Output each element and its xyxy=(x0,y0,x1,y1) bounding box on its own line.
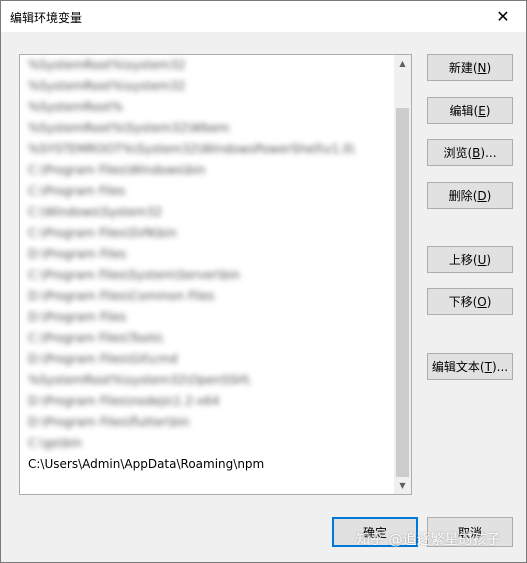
list-item-text: C:\Program Files\System\Server\bin xyxy=(28,268,241,282)
cancel-button[interactable]: 取消 xyxy=(427,517,513,547)
list-item[interactable]: C:\Program Files\SVN\bin xyxy=(20,223,394,244)
browse-button[interactable]: 浏览(B)... xyxy=(427,139,513,166)
list-item[interactable]: D:\Program Files xyxy=(20,244,394,265)
list-item[interactable]: D:\Program Files\Common Files xyxy=(20,286,394,307)
ok-button[interactable]: 确定 xyxy=(332,517,418,547)
move-down-button-key: O xyxy=(477,294,487,309)
new-button-label: 新建 xyxy=(448,61,473,75)
list-item-text: %SystemRoot%\system32 xyxy=(28,79,186,93)
list-item-text: C:\Users\Admin\AppData\Roaming\npm xyxy=(28,457,265,471)
edit-text-button-label: 编辑文本 xyxy=(431,360,480,374)
list-item-text: %SystemRoot% xyxy=(28,100,123,114)
list-item-text: %SystemRoot%\system32 xyxy=(28,58,186,72)
list-item-text: C:\Program Files xyxy=(28,184,126,198)
list-item[interactable]: C:\Program Files\System\Server\bin xyxy=(20,265,394,286)
list-item-text: D:\Program Files\Common Files xyxy=(28,289,215,303)
list-item-text: D:\Program Files xyxy=(28,247,127,261)
list-item-text: %SYSTEMROOT%\System32\WindowsPowerShell\… xyxy=(28,142,355,156)
delete-button-key: D xyxy=(477,188,487,203)
list-item-text: %SystemRoot%\System32\Wbem xyxy=(28,121,230,135)
browse-button-label: 浏览 xyxy=(443,146,468,160)
list-item-text: D:\Program Files xyxy=(28,310,127,324)
list-item[interactable]: C:\go\bin xyxy=(20,433,394,454)
list-item-text: C:\Program Files\Tools\ xyxy=(28,331,163,345)
list-item[interactable]: %SystemRoot% xyxy=(20,97,394,118)
close-icon: ✕ xyxy=(496,7,510,26)
scrollbar-thumb[interactable] xyxy=(396,108,409,477)
window-title: 编辑环境变量 xyxy=(10,11,83,25)
scroll-up-arrow-icon[interactable]: ▲ xyxy=(394,55,411,72)
edit-text-button-ellipsis: ... xyxy=(496,359,509,374)
list-item[interactable]: C:\Program Files\Windows\bin xyxy=(20,160,394,181)
list-item[interactable]: C:\Program Files xyxy=(20,181,394,202)
scroll-down-arrow-icon[interactable]: ▼ xyxy=(394,477,411,494)
list-item-text: D:\Program Files\nodejs\1.2-x64 xyxy=(28,394,220,408)
close-button[interactable]: ✕ xyxy=(480,1,526,32)
path-list[interactable]: %SystemRoot%\system32 %SystemRoot%\system… xyxy=(19,54,412,495)
move-up-button-label: 上移 xyxy=(448,253,473,267)
list-item[interactable]: %SystemRoot%\System32\Wbem xyxy=(20,118,394,139)
list-item[interactable]: %SYSTEMROOT%\System32\WindowsPowerShell\… xyxy=(20,139,394,160)
edit-text-button-key: T xyxy=(484,359,492,374)
list-item-text: C:\go\bin xyxy=(28,436,83,450)
edit-text-button[interactable]: 编辑文本(T)... xyxy=(427,353,513,380)
move-down-button-label: 下移 xyxy=(448,295,473,309)
edit-button-key: E xyxy=(478,103,486,118)
list-item[interactable]: C:\Windows\System32 xyxy=(20,202,394,223)
list-item-text: D:\Program Files\flutter\bin xyxy=(28,415,190,429)
edit-button-label: 编辑 xyxy=(449,104,474,118)
list-item[interactable]: C:\Users\Admin\AppData\Roaming\npm xyxy=(20,454,394,475)
browse-button-ellipsis: ... xyxy=(485,145,497,160)
list-item[interactable]: D:\Program Files\nodejs\1.2-x64 xyxy=(20,391,394,412)
list-item[interactable]: C:\Program Files\Tools\ xyxy=(20,328,394,349)
ok-button-label: 确定 xyxy=(362,525,387,540)
browse-button-key: B xyxy=(472,145,481,160)
move-down-button[interactable]: 下移(O) xyxy=(427,288,513,315)
new-button[interactable]: 新建(N) xyxy=(427,54,513,81)
delete-button-label: 删除 xyxy=(448,189,473,203)
list-item-text: C:\Program Files\SVN\bin xyxy=(28,226,177,240)
list-item-text: C:\Windows\System32 xyxy=(28,205,163,219)
list-item[interactable]: D:\Program Files xyxy=(20,307,394,328)
path-list-items: %SystemRoot%\system32 %SystemRoot%\system… xyxy=(20,55,394,475)
list-item-text: C:\Program Files\Windows\bin xyxy=(28,163,206,177)
list-item[interactable]: %SystemRoot%\system32 xyxy=(20,55,394,76)
title-bar: 编辑环境变量 ✕ xyxy=(1,1,526,32)
delete-button[interactable]: 删除(D) xyxy=(427,182,513,209)
list-item[interactable]: D:\Program Files\Git\cmd xyxy=(20,349,394,370)
new-button-key: N xyxy=(477,60,487,75)
list-item[interactable]: D:\Program Files\flutter\bin xyxy=(20,412,394,433)
vertical-scrollbar[interactable]: ▲ ▼ xyxy=(394,55,411,494)
move-up-button[interactable]: 上移(U) xyxy=(427,246,513,273)
list-item[interactable]: %SystemRoot%\system32 xyxy=(20,76,394,97)
move-up-button-key: U xyxy=(477,252,487,267)
edit-button[interactable]: 编辑(E) xyxy=(427,97,513,124)
list-item-text: D:\Program Files\Git\cmd xyxy=(28,352,178,366)
list-item[interactable]: %SystemRoot%\system32\OpenSSH\ xyxy=(20,370,394,391)
list-item-text: %SystemRoot%\system32\OpenSSH\ xyxy=(28,373,250,387)
cancel-button-label: 取消 xyxy=(457,525,482,540)
